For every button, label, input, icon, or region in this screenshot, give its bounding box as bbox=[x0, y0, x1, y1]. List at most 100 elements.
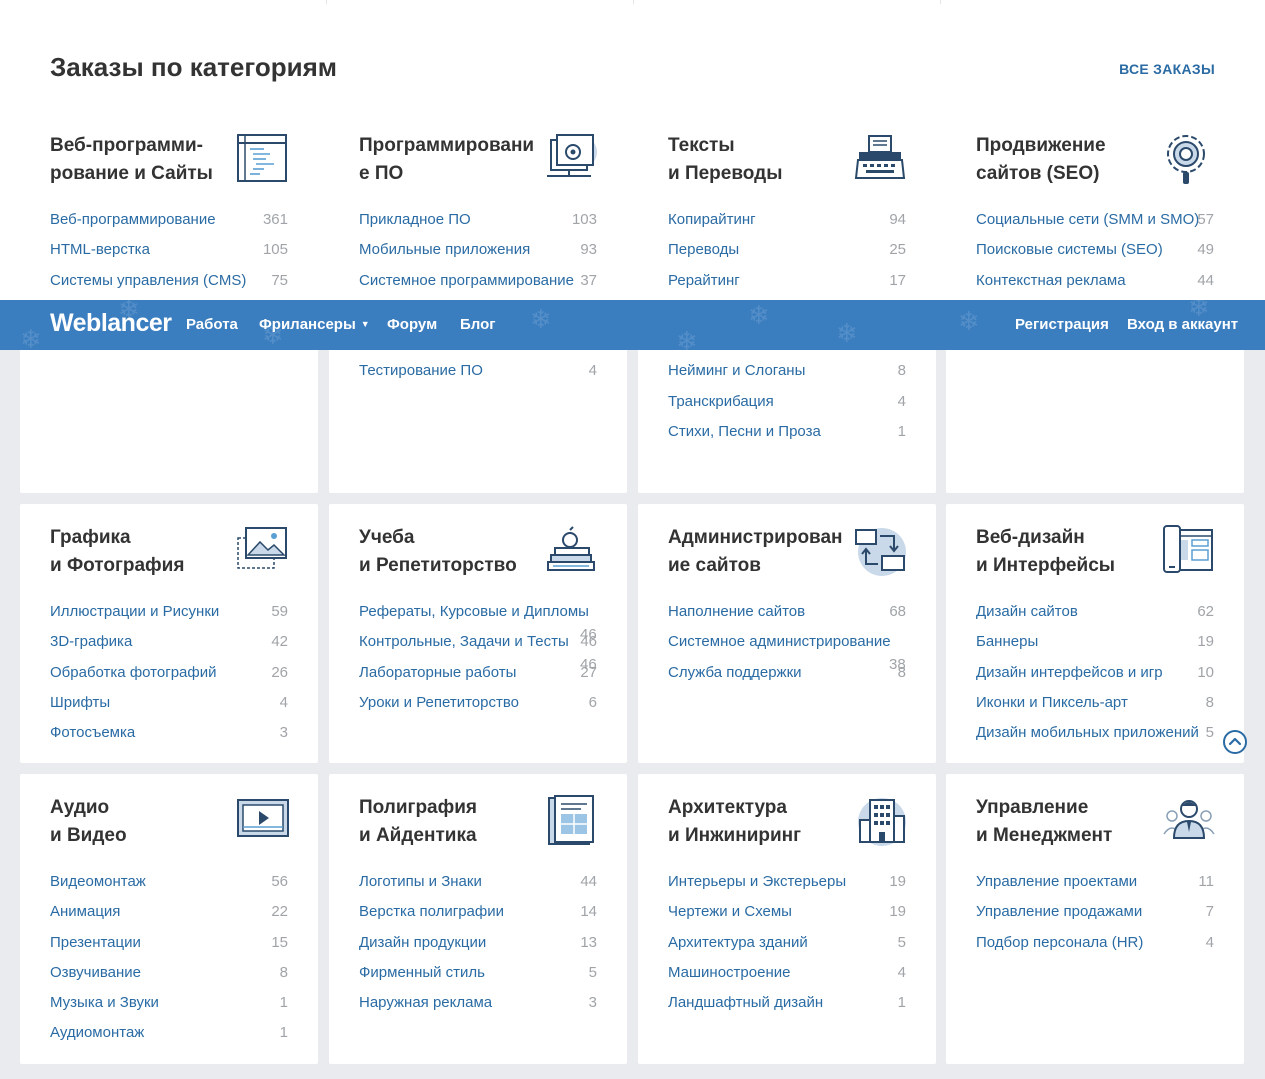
subcategory-link[interactable]: Иллюстрации и Рисунки bbox=[50, 603, 219, 620]
subcategory-item[interactable]: Системы управления (CMS) 75 bbox=[50, 271, 288, 301]
subcategory-item[interactable]: Наполнение сайтов 68 bbox=[668, 602, 906, 632]
subcategory-link[interactable]: Прикладное ПО bbox=[359, 211, 471, 228]
subcategory-link[interactable]: Управление продажами bbox=[976, 903, 1142, 920]
category-title[interactable]: Тексты и Переводы bbox=[668, 132, 838, 188]
subcategory-item[interactable]: Переводы 25 bbox=[668, 240, 906, 270]
subcategory-link[interactable]: Видеомонтаж bbox=[50, 873, 146, 890]
subcategory-link[interactable]: 3D-графика bbox=[50, 633, 132, 650]
subcategory-item[interactable]: HTML-верстка 105 bbox=[50, 240, 288, 270]
scroll-top-button[interactable] bbox=[1223, 730, 1247, 754]
subcategory-link[interactable]: Социальные сети (SMM и SMO) bbox=[976, 211, 1199, 228]
subcategory-link[interactable]: Веб-программирование bbox=[50, 211, 216, 228]
category-title[interactable]: Графика и Фотография bbox=[50, 524, 220, 580]
category-title[interactable]: Веб-программи- рование и Сайты bbox=[50, 132, 220, 188]
weblancer-logo[interactable]: Weblancer bbox=[50, 309, 172, 338]
subcategory-item[interactable]: Верстка полиграфии 14 bbox=[359, 902, 597, 932]
category-title[interactable]: Полиграфия и Айдентика bbox=[359, 794, 529, 850]
subcategory-item[interactable]: Мобильные приложения 93 bbox=[359, 240, 597, 270]
subcategory-item[interactable]: Управление продажами 7 bbox=[976, 902, 1214, 932]
subcategory-item[interactable]: Уроки и Репетиторство 6 bbox=[359, 693, 597, 723]
category-title[interactable]: Веб-дизайн и Интерфейсы bbox=[976, 524, 1146, 580]
subcategory-link[interactable]: Стихи, Песни и Проза bbox=[668, 423, 821, 440]
subcategory-item[interactable]: Музыка и Звуки 1 bbox=[50, 993, 288, 1023]
subcategory-item[interactable]: Системное администрирование bbox=[668, 632, 906, 662]
subcategory-item[interactable]: Стихи, Песни и Проза 1 bbox=[668, 422, 906, 452]
subcategory-link[interactable]: Дизайн интерфейсов и игр bbox=[976, 664, 1163, 681]
subcategory-item[interactable]: Озвучивание 8 bbox=[50, 963, 288, 993]
subcategory-link[interactable]: Дизайн сайтов bbox=[976, 603, 1078, 620]
subcategory-link[interactable]: Шрифты bbox=[50, 694, 110, 711]
subcategory-link[interactable]: Системное администрирование bbox=[668, 633, 891, 650]
subcategory-link[interactable]: Рефераты, Курсовые и Дипломы bbox=[359, 603, 589, 620]
nav-forum[interactable]: Форум bbox=[387, 316, 437, 333]
login-link[interactable]: Вход в аккаунт bbox=[1127, 316, 1238, 333]
subcategory-item[interactable]: Транскрибация 4 bbox=[668, 392, 906, 422]
subcategory-item[interactable]: Наружная реклама 3 bbox=[359, 993, 597, 1023]
subcategory-link[interactable]: Музыка и Звуки bbox=[50, 994, 159, 1011]
category-title[interactable]: Управление и Менеджмент bbox=[976, 794, 1146, 850]
nav-freelancers[interactable]: Фрилансеры ▼ bbox=[259, 316, 370, 333]
subcategory-item[interactable]: Баннеры 19 bbox=[976, 632, 1214, 662]
subcategory-link[interactable]: Фотосъемка bbox=[50, 724, 135, 741]
subcategory-item[interactable]: Фирменный стиль 5 bbox=[359, 963, 597, 993]
subcategory-link[interactable]: HTML-верстка bbox=[50, 241, 150, 258]
subcategory-item[interactable]: 3D-графика 42 bbox=[50, 632, 288, 662]
category-title[interactable]: Аудио и Видео bbox=[50, 794, 220, 850]
subcategory-item[interactable]: Тестирование ПО 4 bbox=[359, 361, 597, 391]
subcategory-link[interactable]: Аудиомонтаж bbox=[50, 1024, 144, 1041]
subcategory-item[interactable]: Шрифты 4 bbox=[50, 693, 288, 723]
subcategory-item[interactable]: Ландшафтный дизайн 1 bbox=[668, 993, 906, 1023]
subcategory-item[interactable]: Архитектура зданий 5 bbox=[668, 933, 906, 963]
subcategory-link[interactable]: Озвучивание bbox=[50, 964, 141, 981]
subcategory-link[interactable]: Поисковые системы (SEO) bbox=[976, 241, 1163, 258]
nav-work[interactable]: Работа bbox=[186, 316, 238, 333]
subcategory-item[interactable]: Прикладное ПО 103 bbox=[359, 210, 597, 240]
subcategory-link[interactable]: Подбор персонала (HR) bbox=[976, 934, 1143, 951]
subcategory-item[interactable]: Видеомонтаж 56 bbox=[50, 872, 288, 902]
subcategory-item[interactable]: Анимация 22 bbox=[50, 902, 288, 932]
subcategory-item[interactable]: Управление проектами 11 bbox=[976, 872, 1214, 902]
subcategory-item[interactable]: Чертежи и Схемы 19 bbox=[668, 902, 906, 932]
subcategory-link[interactable]: Нейминг и Слоганы bbox=[668, 362, 805, 379]
subcategory-item[interactable]: Контекстная реклама 44 bbox=[976, 271, 1214, 301]
category-title[interactable]: Архитектура и Инжиниринг bbox=[668, 794, 838, 850]
subcategory-item[interactable]: Копирайтинг 94 bbox=[668, 210, 906, 240]
subcategory-link[interactable]: Копирайтинг bbox=[668, 211, 756, 228]
subcategory-link[interactable]: Архитектура зданий bbox=[668, 934, 808, 951]
subcategory-link[interactable]: Наполнение сайтов bbox=[668, 603, 805, 620]
subcategory-item[interactable]: Обработка фотографий 26 bbox=[50, 663, 288, 693]
subcategory-link[interactable]: Наружная реклама bbox=[359, 994, 492, 1011]
subcategory-link[interactable]: Ландшафтный дизайн bbox=[668, 994, 823, 1011]
subcategory-item[interactable]: Логотипы и Знаки 44 bbox=[359, 872, 597, 902]
subcategory-item[interactable]: Веб-программирование 361 bbox=[50, 210, 288, 240]
subcategory-link[interactable]: Уроки и Репетиторство bbox=[359, 694, 519, 711]
subcategory-item[interactable]: Дизайн мобильных приложений 5 bbox=[976, 723, 1214, 753]
subcategory-link[interactable]: Лабораторные работы bbox=[359, 664, 516, 681]
subcategory-item[interactable]: Дизайн продукции 13 bbox=[359, 933, 597, 963]
nav-blog[interactable]: Блог bbox=[460, 316, 496, 333]
subcategory-link[interactable]: Управление проектами bbox=[976, 873, 1137, 890]
subcategory-item[interactable]: Дизайн интерфейсов и игр 10 bbox=[976, 663, 1214, 693]
subcategory-item[interactable]: Интерьеры и Экстерьеры 19 bbox=[668, 872, 906, 902]
subcategory-link[interactable]: Контрольные, Задачи и Тесты bbox=[359, 633, 569, 650]
subcategory-link[interactable]: Переводы bbox=[668, 241, 739, 258]
subcategory-item[interactable]: Подбор персонала (HR) 4 bbox=[976, 933, 1214, 963]
subcategory-link[interactable]: Машиностроение bbox=[668, 964, 790, 981]
subcategory-link[interactable]: Дизайн продукции bbox=[359, 934, 486, 951]
register-link[interactable]: Регистрация bbox=[1015, 316, 1109, 333]
all-orders-link[interactable]: ВСЕ ЗАКАЗЫ bbox=[1119, 61, 1215, 77]
subcategory-link[interactable]: Системы управления (CMS) bbox=[50, 272, 246, 289]
subcategory-link[interactable]: Контекстная реклама bbox=[976, 272, 1126, 289]
subcategory-link[interactable]: Фирменный стиль bbox=[359, 964, 485, 981]
subcategory-link[interactable]: Системное программирование bbox=[359, 272, 574, 289]
subcategory-link[interactable]: Транскрибация bbox=[668, 393, 774, 410]
subcategory-item[interactable]: Системное программирование 37 bbox=[359, 271, 597, 301]
subcategory-link[interactable]: Интерьеры и Экстерьеры bbox=[668, 873, 846, 890]
subcategory-link[interactable]: Баннеры bbox=[976, 633, 1038, 650]
subcategory-link[interactable]: Обработка фотографий bbox=[50, 664, 216, 681]
subcategory-item[interactable]: Поисковые системы (SEO) 49 bbox=[976, 240, 1214, 270]
subcategory-link[interactable]: Дизайн мобильных приложений bbox=[976, 724, 1199, 741]
subcategory-link[interactable]: Презентации bbox=[50, 934, 141, 951]
subcategory-link[interactable]: Иконки и Пиксель-арт bbox=[976, 694, 1128, 711]
subcategory-item[interactable]: Контрольные, Задачи и Тесты 46 bbox=[359, 632, 597, 662]
